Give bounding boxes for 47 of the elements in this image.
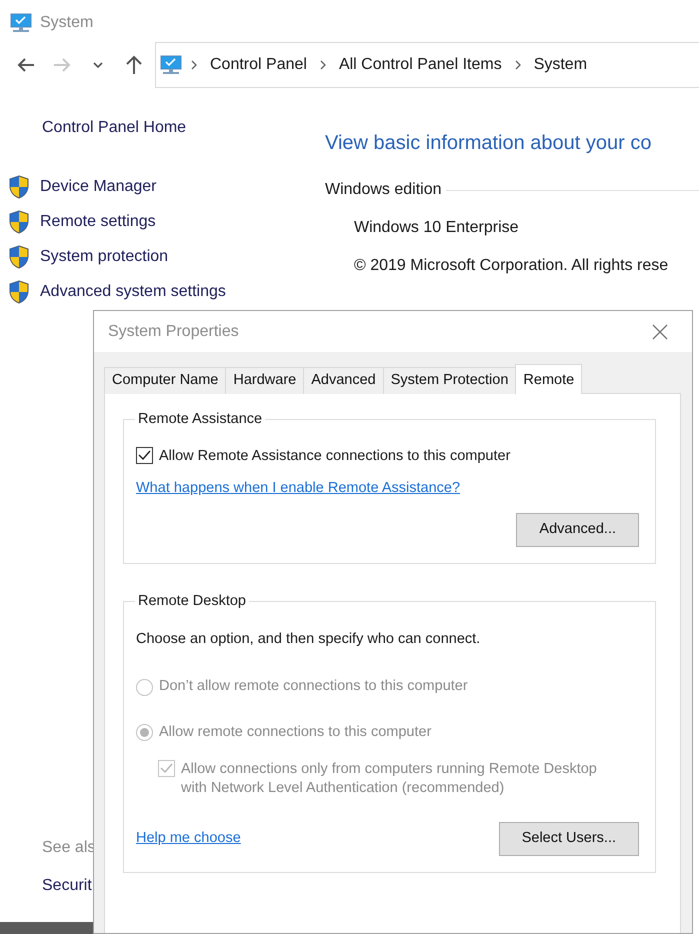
computer-icon — [10, 12, 32, 34]
info-text: © 2019 Microsoft Corporation. All rights rese — [353, 256, 670, 276]
dialog-title: System Properties — [108, 322, 239, 342]
dropdown-chevron-icon — [92, 61, 104, 69]
checkbox[interactable] — [136, 446, 153, 464]
shield-icon — [8, 174, 30, 198]
checkbox-label: Allow connections only from computers running Remote Desktop with Network Level Authentication (recommended) — [181, 760, 598, 798]
up-arrow-icon — [125, 55, 143, 75]
chevron-icon — [318, 60, 327, 70]
address-bar[interactable]: Control Panel All Control Panel Items System — [155, 42, 699, 88]
radio-label: Allow remote connections to this computer — [159, 723, 432, 742]
shield-icon — [8, 280, 30, 304]
dialog-button[interactable]: Advanced... — [516, 513, 639, 547]
group-title: Remote Assistance — [137, 412, 264, 426]
breadcrumb-item[interactable]: System — [530, 53, 592, 77]
back-arrow-icon — [16, 57, 36, 73]
tab[interactable]: Remote — [515, 364, 582, 394]
tab[interactable]: Computer Name — [104, 367, 226, 394]
sidebar-link[interactable]: Remote settings — [40, 210, 156, 234]
tab[interactable]: System Protection — [382, 367, 516, 394]
window-title: System — [40, 13, 94, 33]
tab[interactable]: Hardware — [225, 367, 304, 394]
forward-arrow-icon — [52, 57, 72, 73]
group-title: Remote Desktop — [137, 594, 247, 608]
close-icon — [652, 324, 668, 340]
sidebar-link[interactable]: System protection — [40, 244, 168, 268]
sidebar-link[interactable]: Device Manager — [40, 174, 156, 198]
chevron-icon — [514, 60, 522, 70]
help-link[interactable]: Help me choose — [136, 828, 241, 850]
shield-icon — [8, 210, 30, 234]
tab[interactable]: Advanced — [303, 367, 384, 394]
radio-label: Don’t allow remote connections to this computer — [159, 677, 468, 696]
sidebar-link[interactable]: Advanced system settings — [40, 280, 226, 304]
help-link[interactable]: What happens when I enable Remote Assistance? — [136, 480, 460, 496]
instruction-text: Choose an option, and then specify who can connect. — [136, 630, 480, 646]
see-also-link[interactable]: Securit — [42, 877, 92, 894]
breadcrumb-item[interactable]: All Control Panel Items — [334, 53, 506, 77]
computer-icon — [160, 54, 182, 76]
section-heading: Windows edition — [325, 180, 442, 200]
sidebar-link[interactable]: Control Panel Home — [42, 116, 186, 169]
breadcrumb-item[interactable]: Control Panel — [206, 53, 311, 77]
dialog-button[interactable]: Select Users... — [498, 822, 639, 856]
checkbox-label: Allow Remote Assistance connections to this computer — [159, 446, 510, 466]
chevron-icon — [190, 60, 198, 70]
shield-icon — [8, 244, 30, 268]
info-text: Windows 10 Enterprise — [353, 218, 520, 238]
page-heading: View basic information about your co — [325, 131, 652, 156]
